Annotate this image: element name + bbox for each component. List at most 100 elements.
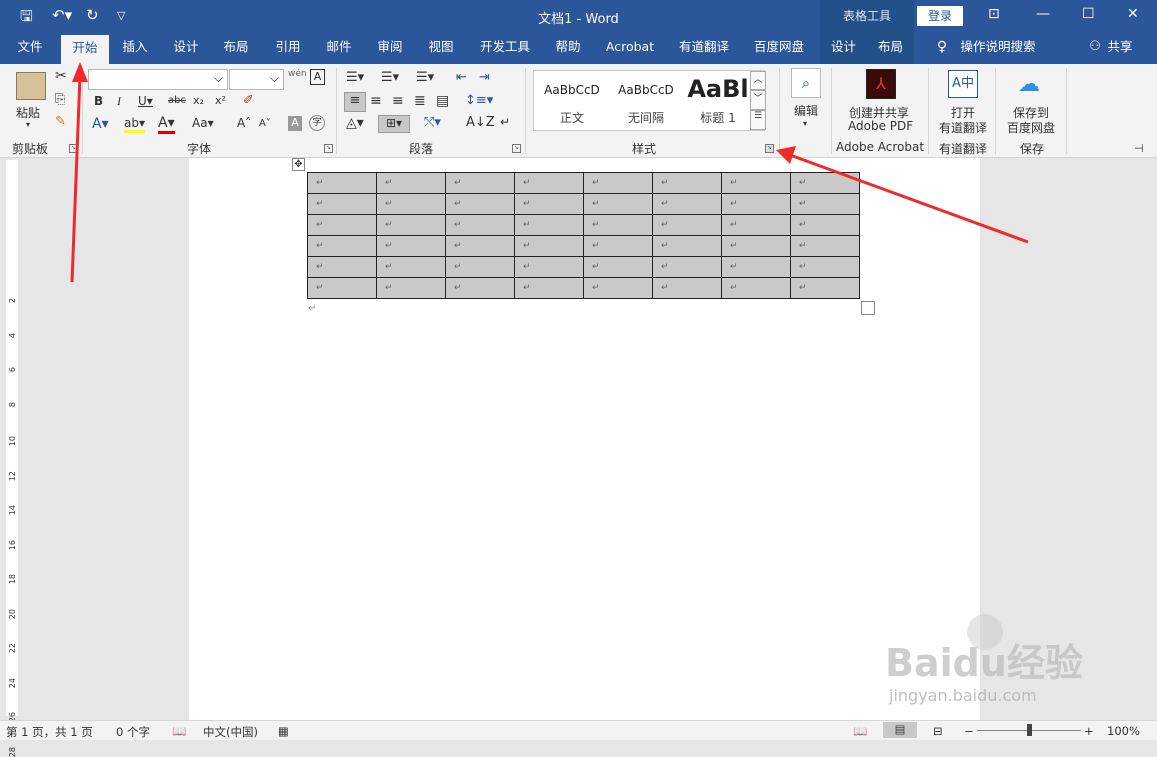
underline-icon[interactable]: U▾ (138, 94, 153, 108)
text-effects-icon[interactable]: A▾ (92, 116, 109, 132)
table-cell[interactable]: ↵ (583, 256, 653, 278)
distributed-icon[interactable]: ▤ (436, 93, 449, 109)
clear-formatting-icon[interactable]: ✐ (243, 93, 254, 108)
grow-font-icon[interactable]: A˄ (237, 116, 251, 130)
translate-icon[interactable]: A中 (948, 70, 978, 98)
collapse-ribbon-icon[interactable]: ⊣ (1134, 142, 1144, 155)
table-cell[interactable]: ↵ (307, 235, 377, 257)
table-cell[interactable]: ↵ (721, 193, 791, 215)
tab-view[interactable]: 视图 (419, 32, 463, 64)
line-spacing-icon[interactable]: ↕≡▾ (465, 93, 493, 108)
ribbon-display-icon[interactable]: ⊡ (988, 6, 1000, 22)
show-marks-icon[interactable]: ↵ (500, 115, 510, 129)
table-cell[interactable]: ↵ (307, 277, 377, 299)
table-cell[interactable]: ↵ (514, 235, 584, 257)
table-cell[interactable]: ↵ (790, 256, 860, 278)
read-mode-icon[interactable]: 📖 (853, 724, 867, 738)
tab-developer[interactable]: 开发工具 (472, 32, 538, 64)
open-youdao-button-line2[interactable]: 有道翻译 (939, 119, 987, 136)
table-cell[interactable]: ↵ (790, 235, 860, 257)
table-cell[interactable]: ↵ (376, 256, 446, 278)
editing-dropdown-icon[interactable]: ▾ (803, 119, 807, 128)
table-row[interactable]: ↵ ↵ ↵ ↵ ↵ ↵ ↵ ↵ (307, 214, 860, 236)
editing-button[interactable]: 编辑 (794, 102, 818, 119)
tab-insert[interactable]: 插入 (113, 32, 157, 64)
table-cell[interactable]: ↵ (307, 256, 377, 278)
shrink-font-icon[interactable]: A˅ (259, 118, 271, 129)
table-cell[interactable]: ↵ (652, 193, 722, 215)
table-cell[interactable]: ↵ (652, 256, 722, 278)
create-pdf-button-line2[interactable]: Adobe PDF (848, 119, 913, 133)
table-cell[interactable]: ↵ (790, 214, 860, 236)
styles-more-icon[interactable]: ☰ (750, 110, 766, 130)
sort-icon[interactable]: A↓Z (466, 115, 495, 130)
bold-icon[interactable]: B (94, 94, 103, 108)
paste-label[interactable]: 粘贴 (16, 104, 40, 121)
table-cell[interactable]: ↵ (583, 235, 653, 257)
table-row[interactable]: ↵ ↵ ↵ ↵ ↵ ↵ ↵ ↵ (307, 172, 860, 194)
table-row[interactable]: ↵ ↵ ↵ ↵ ↵ ↵ ↵ ↵ (307, 235, 860, 257)
tab-design[interactable]: 设计 (164, 32, 208, 64)
baidu-netdisk-icon[interactable]: ☁ (1018, 72, 1040, 97)
tab-table-layout[interactable]: 布局 (867, 32, 914, 64)
font-color-icon[interactable]: A▾ (158, 116, 175, 134)
table-cell[interactable]: ↵ (445, 235, 515, 257)
change-case-icon[interactable]: Aa▾ (192, 116, 214, 130)
maximize-icon[interactable]: ☐ (1082, 6, 1095, 22)
print-layout-icon[interactable]: ▤ (883, 722, 917, 738)
character-shading-icon[interactable]: A (288, 116, 302, 131)
table-cell[interactable]: ↵ (790, 193, 860, 215)
tab-table-design[interactable]: 设计 (820, 32, 867, 64)
paragraph-launcher-icon[interactable]: ↘ (512, 144, 521, 153)
paste-dropdown-icon[interactable]: ▾ (26, 120, 30, 129)
strikethrough-icon[interactable]: abc (168, 95, 186, 106)
macro-icon[interactable]: ▦ (278, 724, 289, 738)
table-cell[interactable]: ↵ (445, 193, 515, 215)
justify-icon[interactable]: ≣ (414, 93, 426, 109)
table-cell[interactable]: ↵ (583, 277, 653, 299)
style-heading-1[interactable]: AaBl 标题 1 (682, 71, 754, 130)
highlight-color-icon[interactable]: ab▾ (124, 116, 145, 133)
align-left-icon[interactable]: ≡ (344, 92, 366, 112)
table-row[interactable]: ↵ ↵ ↵ ↵ ↵ ↵ ↵ ↵ (307, 256, 860, 278)
superscript-icon[interactable]: x² (215, 94, 226, 107)
tab-youdao[interactable]: 有道翻译 (670, 32, 738, 64)
table-cell[interactable]: ↵ (514, 277, 584, 299)
table-cell[interactable]: ↵ (790, 277, 860, 299)
table-cell[interactable]: ↵ (514, 193, 584, 215)
shading-icon[interactable]: ◬▾ (346, 115, 364, 131)
character-border-icon[interactable]: A (310, 69, 325, 85)
style-normal[interactable]: AaBbCcD 正文 (536, 71, 608, 130)
format-painter-icon[interactable]: ✎ (55, 114, 66, 129)
table-cell[interactable]: ↵ (652, 214, 722, 236)
word-count[interactable]: 0 个字 (116, 724, 150, 740)
table-cell[interactable]: ↵ (445, 214, 515, 236)
decrease-indent-icon[interactable]: ⇤ (456, 70, 467, 85)
copy-icon[interactable]: ⎘ (55, 92, 65, 107)
subscript-icon[interactable]: x₂ (193, 94, 204, 107)
paste-icon[interactable] (16, 72, 46, 100)
numbering-icon[interactable]: ☰▾ (381, 70, 399, 85)
adobe-pdf-icon[interactable]: ⅄ (866, 69, 896, 99)
table-cell[interactable]: ↵ (583, 193, 653, 215)
tab-home[interactable]: 开始 (61, 35, 109, 64)
clipboard-launcher-icon[interactable]: ↘ (69, 144, 78, 153)
table-cell[interactable]: ↵ (445, 277, 515, 299)
tab-baidu[interactable]: 百度网盘 (745, 32, 813, 64)
table-cell[interactable]: ↵ (721, 256, 791, 278)
styles-launcher-icon[interactable]: ↘ (765, 144, 774, 153)
tab-references[interactable]: 引用 (266, 32, 310, 64)
page-count[interactable]: 第 1 页，共 1 页 (6, 724, 93, 740)
tab-review[interactable]: 审阅 (368, 32, 412, 64)
table-cell[interactable]: ↵ (445, 256, 515, 278)
share-button[interactable]: 共享 (1103, 32, 1137, 64)
tell-me-search[interactable]: 操作说明搜索 (956, 32, 1040, 64)
table-cell[interactable]: ↵ (514, 256, 584, 278)
table-cell[interactable]: ↵ (652, 172, 722, 194)
table-row[interactable]: ↵ ↵ ↵ ↵ ↵ ↵ ↵ ↵ (307, 277, 860, 299)
close-icon[interactable]: ✕ (1127, 6, 1139, 22)
table-cell[interactable]: ↵ (790, 172, 860, 194)
table-cell[interactable]: ↵ (721, 235, 791, 257)
chinese-layout-icon[interactable]: ⤲▾ (424, 115, 441, 130)
zoom-in-icon[interactable]: + (1084, 724, 1094, 738)
